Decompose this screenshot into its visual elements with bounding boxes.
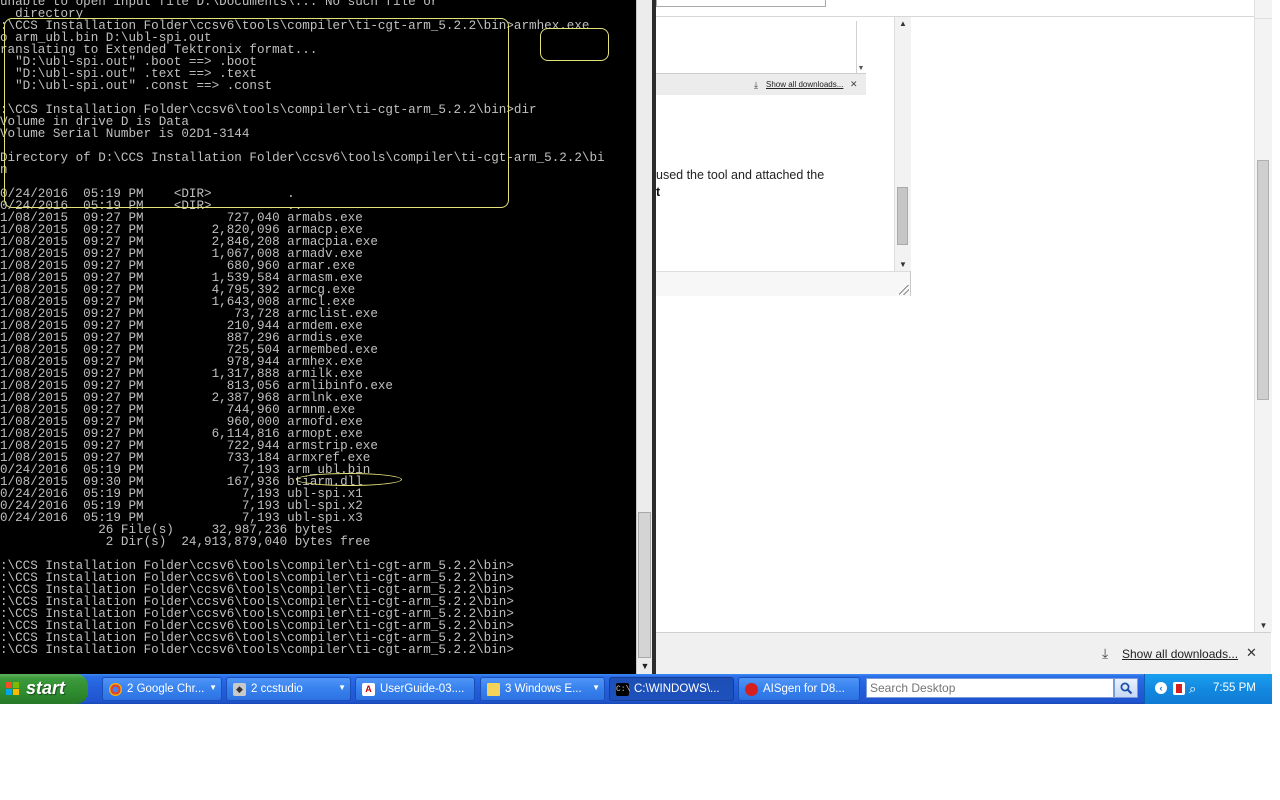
system-tray: ‹ ⌕ 7:55 PM — [1144, 674, 1272, 704]
page-scrollbar[interactable]: ▼ — [1254, 0, 1272, 632]
aisgen-icon — [745, 683, 758, 696]
chevron-down-icon: ▼ — [338, 683, 346, 692]
tray-app-icon[interactable] — [1173, 682, 1185, 695]
desktop-search-box[interactable] — [866, 678, 1114, 698]
start-label: start — [26, 678, 66, 698]
text-input-fragment[interactable] — [656, 0, 826, 7]
annotation-arm-ubl-ellipse — [296, 473, 402, 486]
console-scrollbar-thumb[interactable] — [638, 512, 651, 658]
taskbar-button-label: AISgen for D8... — [763, 683, 845, 695]
scroll-down-arrow-icon[interactable]: ▼ — [637, 660, 653, 672]
chevron-down-icon: ▼ — [209, 683, 217, 692]
taskbar-button-windows-explorer[interactable]: 3 Windows E... ▼ — [480, 677, 605, 701]
post-text-bold: t — [656, 185, 661, 199]
start-button[interactable]: start — [0, 674, 88, 704]
tray-search-icon[interactable]: ⌕ — [1189, 681, 1196, 697]
show-all-downloads-link[interactable]: Show all downloads... — [1122, 647, 1238, 661]
windows-logo-icon — [6, 682, 20, 696]
chrome-icon — [109, 683, 122, 696]
annotation-highlight-box — [4, 18, 509, 208]
taskbar: start 2 Google Chr... ▼ ◆ 2 ccstudio ▼ A… — [0, 674, 1272, 704]
embedded-frame: ▼ ⤓ Show all downloads... ✕ used the too… — [656, 17, 911, 296]
taskbar-button-label: 3 Windows E... — [505, 683, 582, 695]
search-input[interactable] — [870, 680, 1108, 696]
post-text: used the tool and attached the — [656, 168, 825, 182]
editor-scrollbar-thumb[interactable] — [897, 187, 908, 245]
ccstudio-icon: ◆ — [233, 683, 246, 696]
show-all-downloads-link[interactable]: Show all downloads... — [766, 80, 843, 89]
scroll-down-arrow-icon[interactable]: ▼ — [857, 65, 865, 73]
chevron-down-icon: ▼ — [592, 683, 600, 692]
clock: 7:55 PM — [1213, 682, 1256, 694]
taskbar-button-ccstudio[interactable]: ◆ 2 ccstudio ▼ — [226, 677, 351, 701]
browser-content-area: ▼ ⤓ Show all downloads... ✕ used the too… — [656, 0, 1271, 674]
editor-footer — [656, 271, 910, 296]
scroll-down-arrow-icon[interactable]: ▼ — [1255, 621, 1272, 630]
command-prompt-window[interactable]: unable to open input file D:\Documents\.… — [0, 0, 636, 674]
taskbar-button-label: 2 Google Chr... — [127, 683, 205, 695]
inner-download-bar: ⤓ Show all downloads... ✕ — [656, 73, 866, 95]
taskbar-button-label: 2 ccstudio — [251, 683, 303, 695]
taskbar-button-cmd[interactable]: C:\ C:\WINDOWS\... — [609, 677, 734, 701]
taskbar-button-aisgen[interactable]: AISgen for D8... — [738, 677, 860, 701]
console-scrollbar[interactable]: ▼ — [636, 0, 653, 674]
taskbar-button-label: UserGuide-03.... — [380, 683, 465, 695]
frame-scrollbar[interactable]: ▼ — [856, 21, 865, 73]
editor-scrollbar[interactable]: ▲ ▼ — [894, 17, 911, 271]
taskbar-button-label: C:\WINDOWS\... — [634, 683, 720, 695]
taskbar-button-userguide[interactable]: A UserGuide-03.... — [355, 677, 475, 701]
scrollbar-track-top — [1255, 18, 1272, 19]
taskbar-button-chrome[interactable]: 2 Google Chr... ▼ — [102, 677, 222, 701]
page-scrollbar-thumb[interactable] — [1257, 160, 1269, 400]
close-download-bar-icon[interactable]: ✕ — [1246, 645, 1257, 661]
download-icon: ⤓ — [1102, 645, 1109, 661]
folder-icon — [487, 683, 500, 696]
close-icon[interactable]: ✕ — [850, 79, 858, 90]
scroll-down-arrow-icon[interactable]: ▼ — [895, 260, 911, 269]
resize-grip-icon[interactable] — [899, 285, 909, 295]
search-icon — [1120, 682, 1133, 695]
download-icon: ⤓ — [754, 80, 758, 90]
pdf-icon: A — [362, 683, 375, 696]
scroll-up-arrow-icon[interactable]: ▲ — [895, 19, 911, 28]
show-hidden-icons-icon[interactable]: ‹ — [1155, 682, 1167, 694]
annotation-armhex-box — [540, 28, 609, 61]
download-bar: ⤓ Show all downloads... ✕ — [656, 632, 1271, 675]
cmd-icon: C:\ — [616, 683, 631, 696]
search-button[interactable] — [1114, 678, 1138, 698]
